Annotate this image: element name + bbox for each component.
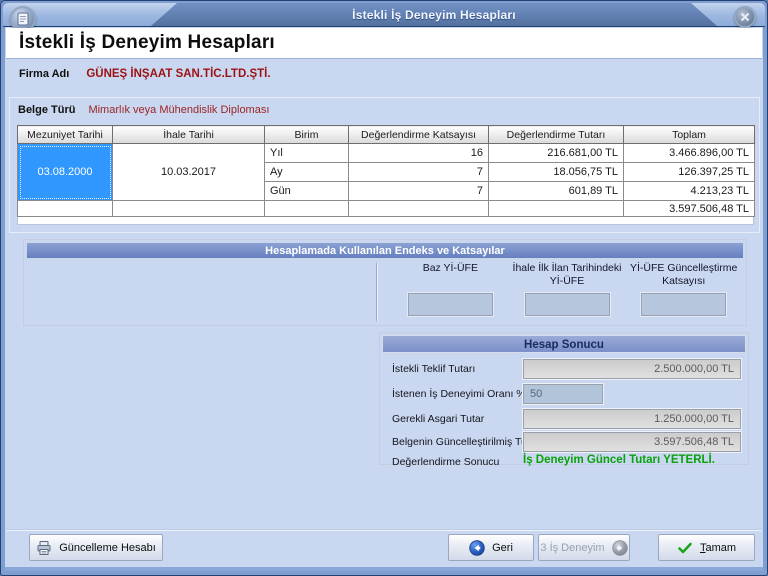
cell-toplam[interactable]: 4.213,23 TL [624, 182, 755, 201]
experience-grid: Mezuniyet Tarihi İhale Tarihi Birim Değe… [17, 125, 755, 217]
cell-birim[interactable]: Ay [265, 163, 349, 182]
belge-label: Belge Türü [18, 104, 75, 116]
titlebar-tab: İstekli İş Deneyim Hesapları [151, 3, 717, 26]
firma-value: GÜNEŞ İNŞAAT SAN.TİC.LTD.ŞTİ. [86, 68, 270, 80]
endeks-panel-title: Hesaplamada Kullanılan Endeks ve Katsayı… [26, 242, 744, 259]
belge-value: Mimarlık veya Mühendislik Diploması [88, 104, 269, 116]
degerlendirme-sonucu-value: İş Deneyim Güncel Tutarı YETERLİ. [523, 454, 715, 466]
guncellestirme-katsayisi-field[interactable] [641, 293, 726, 316]
deneyim-orani-label: İstenen İş Deneyimi Oranı % [392, 388, 526, 400]
geri-button[interactable]: Geri [448, 534, 534, 561]
grid-header-row: Mezuniyet Tarihi İhale Tarihi Birim Değe… [18, 126, 755, 144]
is-deneyim-button: 3 İş Deneyim [538, 534, 630, 561]
hesap-sonucu-title: Hesap Sonucu [382, 335, 746, 353]
guncelleme-hesabi-button[interactable]: Güncelleme Hesabı [29, 534, 163, 561]
hesap-sonucu-panel: Hesap Sonucu İstekli Teklif Tutarı 2.500… [379, 332, 749, 465]
col-header-birim[interactable]: Birim [265, 126, 349, 144]
guncellestirme-katsayisi-label: Yİ-ÜFE Güncelleştirme Katsayısı [625, 262, 742, 290]
page-title: İstekli İş Deneyim Hesapları [6, 28, 762, 54]
col-header-tutar[interactable]: Değerlendirme Tutarı [489, 126, 624, 144]
cell-birim[interactable]: Gün [265, 182, 349, 201]
page-header: İstekli İş Deneyim Hesapları [6, 28, 762, 59]
asgari-tutar-label: Gerekli Asgari Tutar [392, 413, 484, 425]
bottom-separator [6, 529, 762, 531]
printer-icon [36, 540, 52, 556]
close-button[interactable] [734, 6, 756, 28]
deneyim-orani-field[interactable]: 50 [523, 384, 603, 404]
forward-arrow-icon [612, 540, 628, 556]
belge-group: Belge Türü Mimarlık veya Mühendislik Dip… [9, 97, 760, 233]
cell-katsayi[interactable]: 7 [349, 182, 489, 201]
grid-row-yil: 03.08.2000 10.03.2017 Yıl 16 216.681,00 … [18, 144, 755, 163]
cell-tutar[interactable]: 18.056,75 TL [489, 163, 624, 182]
cell-toplam[interactable]: 126.397,25 TL [624, 163, 755, 182]
tamam-button[interactable]: Tamam [658, 534, 755, 561]
grid-footer-strip [17, 217, 754, 225]
check-icon [677, 540, 693, 556]
cell-ihale-tarihi[interactable]: 10.03.2017 [113, 144, 265, 201]
ihale-ilan-yiufe-field[interactable] [525, 293, 610, 316]
cell-katsayi[interactable]: 7 [349, 163, 489, 182]
cell-mezuniyet-tarihi[interactable]: 03.08.2000 [18, 144, 113, 201]
cell-toplam[interactable]: 3.466.896,00 TL [624, 144, 755, 163]
cell-grand-total: 3.597.506,48 TL [624, 201, 755, 217]
tamam-label: Tamam [700, 542, 736, 554]
window-title: İstekli İş Deneyim Hesapları [352, 8, 516, 22]
titlebar[interactable]: İstekli İş Deneyim Hesapları [3, 3, 765, 27]
close-icon [740, 12, 750, 22]
panel-divider [376, 263, 377, 321]
dialog-window: İstekli İş Deneyim Hesapları İstekli İş … [0, 0, 768, 576]
col-header-mezuniyet[interactable]: Mezuniyet Tarihi [18, 126, 113, 144]
grid-total-row: 3.597.506,48 TL [18, 201, 755, 217]
cell-birim[interactable]: Yıl [265, 144, 349, 163]
baz-yiufe-label: Baz Yİ-ÜFE [423, 262, 478, 290]
asgari-tutar-field: 1.250.000,00 TL [523, 409, 741, 429]
is-deneyim-label: 3 İş Deneyim [540, 542, 604, 554]
guncellestirilmis-tutar-label: Belgenin Güncelleştirilmiş Tutarı [392, 436, 542, 448]
baz-yiufe-field[interactable] [408, 293, 493, 316]
guncelleme-hesabi-label: Güncelleme Hesabı [59, 542, 156, 554]
col-header-katsayi[interactable]: Değerlendirme Katsayısı [349, 126, 489, 144]
col-header-ihale[interactable]: İhale Tarihi [113, 126, 265, 144]
cell-katsayi[interactable]: 16 [349, 144, 489, 163]
firma-label: Firma Adı [19, 68, 69, 80]
teklif-tutari-field: 2.500.000,00 TL [523, 359, 741, 379]
firma-row: Firma Adı GÜNEŞ İNŞAAT SAN.TİC.LTD.ŞTİ. [19, 68, 271, 80]
belge-row: Belge Türü Mimarlık veya Mühendislik Dip… [18, 104, 269, 116]
ihale-ilan-yiufe-label: İhale İlk İlan Tarihindeki Yİ-ÜFE [509, 262, 626, 290]
back-arrow-icon [469, 540, 485, 556]
degerlendirme-sonucu-label: Değerlendirme Sonucu [392, 456, 499, 468]
geri-label: Geri [492, 542, 513, 554]
endeks-panel: Hesaplamada Kullanılan Endeks ve Katsayı… [23, 239, 747, 326]
teklif-tutari-label: İstekli Teklif Tutarı [392, 363, 475, 375]
cell-tutar[interactable]: 601,89 TL [489, 182, 624, 201]
col-header-toplam[interactable]: Toplam [624, 126, 755, 144]
cell-tutar[interactable]: 216.681,00 TL [489, 144, 624, 163]
guncellestirilmis-tutar-field: 3.597.506,48 TL [523, 432, 741, 452]
